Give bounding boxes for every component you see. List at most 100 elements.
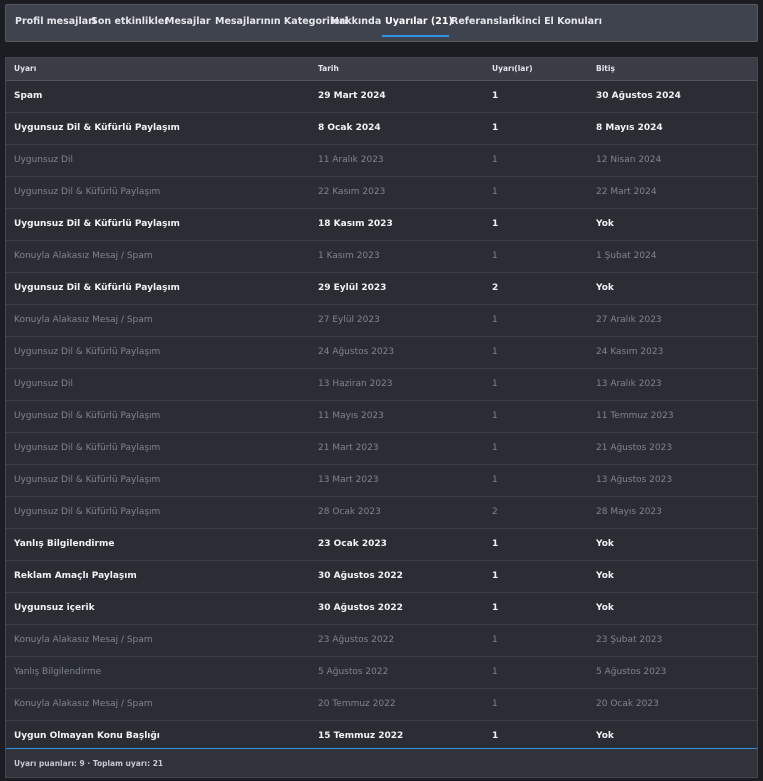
warning-cell[interactable]: Uygunsuz Dil & Küfürlü Paylaşım: [14, 337, 160, 368]
date-cell: 22 Kasım 2023: [318, 187, 386, 197]
date-cell: 29 Eylül 2023: [318, 283, 387, 293]
expires-cell: 5 Ağustos 2023: [596, 667, 667, 677]
tab-second-hand-threads[interactable]: İkinci El Konuları: [512, 5, 602, 41]
expires-cell: 20 Ocak 2023: [596, 699, 659, 709]
points-cell: 1: [492, 539, 499, 549]
expires-cell: 13 Ağustos 2023: [596, 475, 673, 485]
warning-cell[interactable]: Yanlış Bilgilendirme: [14, 529, 114, 560]
tab-post-categories[interactable]: Mesajlarının Kategorileri: [215, 5, 348, 41]
points-cell: 1: [492, 699, 498, 709]
table-row: Uygunsuz Dil & Küfürlü Paylaşım 8 Ocak 20…: [6, 113, 757, 145]
date-cell: 8 Ocak 2024: [318, 123, 381, 133]
warning-cell[interactable]: Uygunsuz Dil & Küfürlü Paylaşım: [14, 209, 180, 240]
table-row: Uygunsuz Dil & Küfürlü Paylaşım 21 Mart 2…: [6, 433, 757, 465]
warning-cell[interactable]: Uygunsuz Dil & Küfürlü Paylaşım: [14, 177, 160, 208]
column-header-warning: Uyarı: [14, 64, 37, 73]
date-cell: 1 Kasım 2023: [318, 251, 380, 261]
expires-cell: 12 Nisan 2024: [596, 155, 662, 165]
table-row: Uygunsuz Dil 13 Haziran 2023 1 13 Aralık 20…: [6, 369, 757, 401]
profile-tab-bar: Profil mesajları Son etkinlikler Mesajla…: [5, 4, 758, 42]
date-cell: 13 Mart 2023: [318, 475, 379, 485]
warning-cell[interactable]: Uygunsuz Dil & Küfürlü Paylaşım: [14, 433, 160, 464]
table-row: Yanlış Bilgilendirme 23 Ocak 2023 1 Yok: [6, 529, 757, 561]
table-row: Uygunsuz içerik 30 Ağustos 2022 1 Yok: [6, 593, 757, 625]
points-cell: 1: [492, 91, 499, 101]
table-row: Uygunsuz Dil & Küfürlü Paylaşım 11 Mayıs …: [6, 401, 757, 433]
points-cell: 1: [492, 379, 498, 389]
expires-cell: 8 Mayıs 2024: [596, 123, 663, 133]
date-cell: 5 Ağustos 2022: [318, 667, 389, 677]
warning-summary: Uyarı puanları: 9 · Toplam uyarı: 21: [14, 759, 164, 768]
points-cell: 1: [492, 411, 498, 421]
table-row: Uygunsuz Dil & Küfürlü Paylaşım 28 Ocak 2…: [6, 497, 757, 529]
warning-cell[interactable]: Uygunsuz Dil & Küfürlü Paylaşım: [14, 401, 160, 432]
warning-cell[interactable]: Konuyla Alakasız Mesaj / Spam: [14, 241, 153, 272]
tab-profile-posts[interactable]: Profil mesajları: [15, 5, 96, 41]
table-row: Konuyla Alakasız Mesaj / Spam 1 Kasım 202…: [6, 241, 757, 273]
points-cell: 1: [492, 347, 498, 357]
points-cell: 1: [492, 443, 498, 453]
table-row: Uygunsuz Dil & Küfürlü Paylaşım 24 Ağusto…: [6, 337, 757, 369]
table-row: Konuyla Alakasız Mesaj / Spam 20 Temmuz 2…: [6, 689, 757, 721]
expires-cell: 11 Temmuz 2023: [596, 411, 674, 421]
table-row: Uygunsuz Dil & Küfürlü Paylaşım 18 Kasım …: [6, 209, 757, 241]
points-cell: 1: [492, 219, 499, 229]
warning-cell[interactable]: Uygunsuz içerik: [14, 593, 95, 624]
table-row: Uygunsuz Dil 11 Aralık 2023 1 12 Nisan 2024: [6, 145, 757, 177]
points-cell: 1: [492, 251, 498, 261]
tab-posts[interactable]: Mesajlar: [165, 5, 211, 41]
points-cell: 1: [492, 635, 498, 645]
date-cell: 23 Ağustos 2022: [318, 635, 395, 645]
warning-cell[interactable]: Uygunsuz Dil & Küfürlü Paylaşım: [14, 273, 180, 304]
points-cell: 1: [492, 667, 498, 677]
warning-cell[interactable]: Reklam Amaçlı Paylaşım: [14, 561, 137, 592]
table-row: Uygunsuz Dil & Küfürlü Paylaşım 29 Eylül …: [6, 273, 757, 305]
warning-cell[interactable]: Spam: [14, 81, 42, 112]
date-cell: 18 Kasım 2023: [318, 219, 393, 229]
warning-cell[interactable]: Uygunsuz Dil & Küfürlü Paylaşım: [14, 497, 160, 528]
warning-cell[interactable]: Uygunsuz Dil: [14, 369, 73, 400]
tab-latest-activity[interactable]: Son etkinlikler: [91, 5, 169, 41]
column-header-expires: Bitiş: [596, 64, 615, 73]
date-cell: 28 Ocak 2023: [318, 507, 381, 517]
points-cell: 1: [492, 571, 499, 581]
points-cell: 1: [492, 123, 499, 133]
expires-cell: Yok: [596, 603, 614, 613]
tab-references[interactable]: Referanslar: [451, 5, 513, 41]
tab-about[interactable]: Hakkında: [331, 5, 381, 41]
table-header: Uyarı Tarih Uyarı(lar) Bitiş: [6, 58, 757, 81]
expires-cell: Yok: [596, 219, 614, 229]
expires-cell: 24 Kasım 2023: [596, 347, 664, 357]
date-cell: 24 Ağustos 2023: [318, 347, 395, 357]
warning-cell[interactable]: Uygunsuz Dil & Küfürlü Paylaşım: [14, 465, 160, 496]
date-cell: 20 Temmuz 2022: [318, 699, 396, 709]
active-tab-indicator: [382, 35, 449, 37]
warning-cell[interactable]: Konuyla Alakasız Mesaj / Spam: [14, 689, 153, 720]
table-row: Uygunsuz Dil & Küfürlü Paylaşım 13 Mart 2…: [6, 465, 757, 497]
date-cell: 23 Ocak 2023: [318, 539, 387, 549]
points-cell: 2: [492, 507, 498, 517]
expires-cell: Yok: [596, 539, 614, 549]
column-header-date: Tarih: [318, 64, 339, 73]
warning-cell[interactable]: Uygunsuz Dil & Küfürlü Paylaşım: [14, 113, 180, 144]
warning-cell[interactable]: Yanlış Bilgilendirme: [14, 657, 101, 688]
table-row: Konuyla Alakasız Mesaj / Spam 27 Eylül 20…: [6, 305, 757, 337]
points-cell: 1: [492, 603, 499, 613]
expires-cell: Yok: [596, 571, 614, 581]
warning-cell[interactable]: Uygunsuz Dil: [14, 145, 73, 176]
points-cell: 1: [492, 475, 498, 485]
expires-cell: 21 Ağustos 2023: [596, 443, 673, 453]
table-footer: Uyarı puanları: 9 · Toplam uyarı: 21: [6, 748, 757, 777]
date-cell: 11 Mayıs 2023: [318, 411, 384, 421]
warning-cell[interactable]: Konuyla Alakasız Mesaj / Spam: [14, 625, 153, 656]
warning-cell[interactable]: Konuyla Alakasız Mesaj / Spam: [14, 305, 153, 336]
expires-cell: 28 Mayıs 2023: [596, 507, 662, 517]
points-cell: 1: [492, 187, 498, 197]
date-cell: 30 Ağustos 2022: [318, 571, 403, 581]
expires-cell: 13 Aralık 2023: [596, 379, 662, 389]
points-cell: 1: [492, 315, 498, 325]
date-cell: 27 Eylül 2023: [318, 315, 380, 325]
table-row: Reklam Amaçlı Paylaşım 30 Ağustos 2022 1 Yo…: [6, 561, 757, 593]
expires-cell: 1 Şubat 2024: [596, 251, 657, 261]
warnings-table: Uyarı Tarih Uyarı(lar) Bitiş Spam 29 Mart…: [5, 57, 758, 778]
